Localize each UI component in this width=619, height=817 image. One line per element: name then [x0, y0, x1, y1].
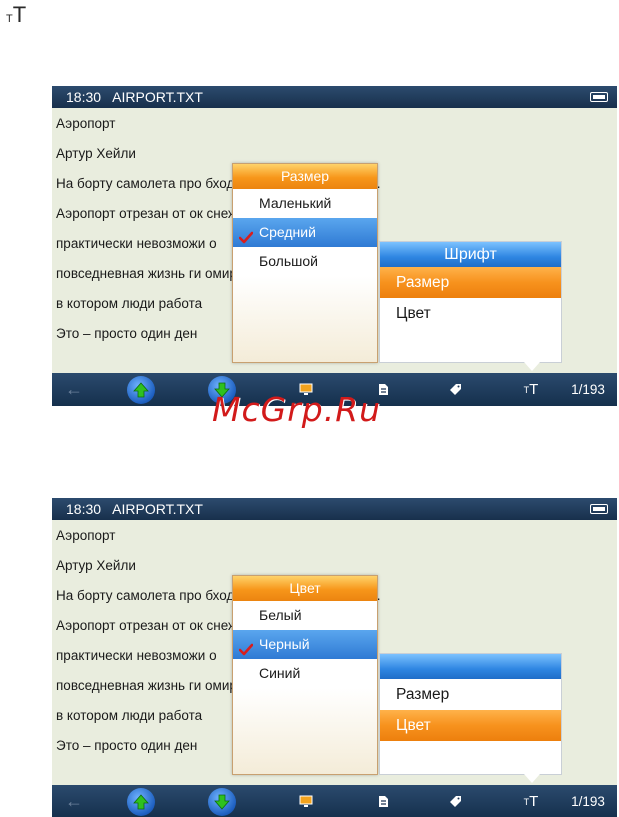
- text-line: Это – просто один ден: [56, 738, 198, 753]
- tag-icon[interactable]: [444, 785, 466, 817]
- menu-item-label: Белый: [259, 607, 302, 623]
- text-line: Аэропорт: [56, 116, 116, 131]
- submenu-title: Размер: [233, 164, 377, 189]
- color-submenu: Цвет Белый Черный Синий: [232, 575, 378, 775]
- text-line: в котором люди работа: [56, 296, 203, 311]
- arrow-down-icon[interactable]: [206, 785, 238, 817]
- menu-item-small[interactable]: Маленький: [233, 189, 377, 218]
- page-indicator: 1/193: [571, 382, 605, 397]
- reader-screen-size: 18:30 AIRPORT.TXT Аэропорт Артур Хейли Н…: [52, 86, 617, 406]
- arrow-up-icon[interactable]: [125, 373, 157, 406]
- text-line: практически невозможи о: [56, 648, 217, 663]
- reader-screen-color: 18:30 AIRPORT.TXT Аэропорт Артур Хейли Н…: [52, 498, 617, 817]
- watermark: McGrp.Ru: [212, 390, 382, 429]
- text-line: Это – просто один ден: [56, 326, 198, 341]
- menu-item-white[interactable]: Белый: [233, 601, 377, 630]
- submenu-background: [233, 688, 377, 774]
- menu-item-color[interactable]: Цвет: [380, 710, 561, 741]
- menu-item-label: Маленький: [259, 195, 332, 211]
- monitor-icon[interactable]: [295, 785, 317, 817]
- battery-icon: [590, 92, 608, 102]
- size-submenu: Размер Маленький Средний Большой: [232, 163, 378, 363]
- status-bar: 18:30 AIRPORT.TXT: [52, 498, 617, 520]
- text-line: в котором люди работа: [56, 708, 203, 723]
- text-line: Артур Хейли: [56, 558, 136, 573]
- text-line: Артур Хейли: [56, 146, 136, 161]
- menu-item-large[interactable]: Большой: [233, 247, 377, 276]
- back-arrow-icon[interactable]: ←: [60, 373, 88, 406]
- menu-item-label: Средний: [259, 224, 316, 240]
- menu-item-size[interactable]: Размер: [380, 267, 561, 298]
- menu-item-label: Большой: [259, 253, 318, 269]
- text-line: повседневная жизнь ги омира,: [56, 678, 249, 693]
- font-size-icon[interactable]: TT: [518, 373, 544, 406]
- menu-pointer: [524, 774, 540, 783]
- toolbar: ← TT 1/193: [52, 785, 617, 817]
- menu-item-medium[interactable]: Средний: [233, 218, 377, 247]
- clock: 18:30: [66, 89, 102, 105]
- menu-item-black[interactable]: Черный: [233, 630, 377, 659]
- menu-pointer: [524, 362, 540, 371]
- menu-item-label: Черный: [259, 636, 310, 652]
- font-menu: Размер Цвет: [379, 653, 562, 775]
- tag-icon[interactable]: [444, 373, 466, 406]
- back-arrow-icon[interactable]: ←: [60, 785, 88, 817]
- menu-item-size[interactable]: Размер: [380, 679, 561, 710]
- text-line: Аэропорт: [56, 528, 116, 543]
- submenu-background: [233, 276, 377, 362]
- arrow-up-icon[interactable]: [125, 785, 157, 817]
- font-size-glyph: TT: [6, 2, 27, 27]
- menu-title: Шрифт: [380, 242, 561, 267]
- menu-item-blue[interactable]: Синий: [233, 659, 377, 688]
- submenu-title: Цвет: [233, 576, 377, 601]
- page-indicator: 1/193: [571, 794, 605, 809]
- text-line: повседневная жизнь ги омира,: [56, 266, 249, 281]
- document-icon[interactable]: [372, 785, 394, 817]
- font-size-icon[interactable]: TT: [518, 785, 544, 817]
- menu-item-color[interactable]: Цвет: [380, 298, 561, 329]
- battery-icon: [590, 504, 608, 514]
- clock: 18:30: [66, 501, 102, 517]
- file-name: AIRPORT.TXT: [112, 89, 203, 105]
- menu-item-label: Синий: [259, 665, 301, 681]
- text-line: практически невозможи о: [56, 236, 217, 251]
- status-bar: 18:30 AIRPORT.TXT: [52, 86, 617, 108]
- font-menu: Шрифт Размер Цвет: [379, 241, 562, 363]
- menu-title: [380, 654, 561, 679]
- file-name: AIRPORT.TXT: [112, 501, 203, 517]
